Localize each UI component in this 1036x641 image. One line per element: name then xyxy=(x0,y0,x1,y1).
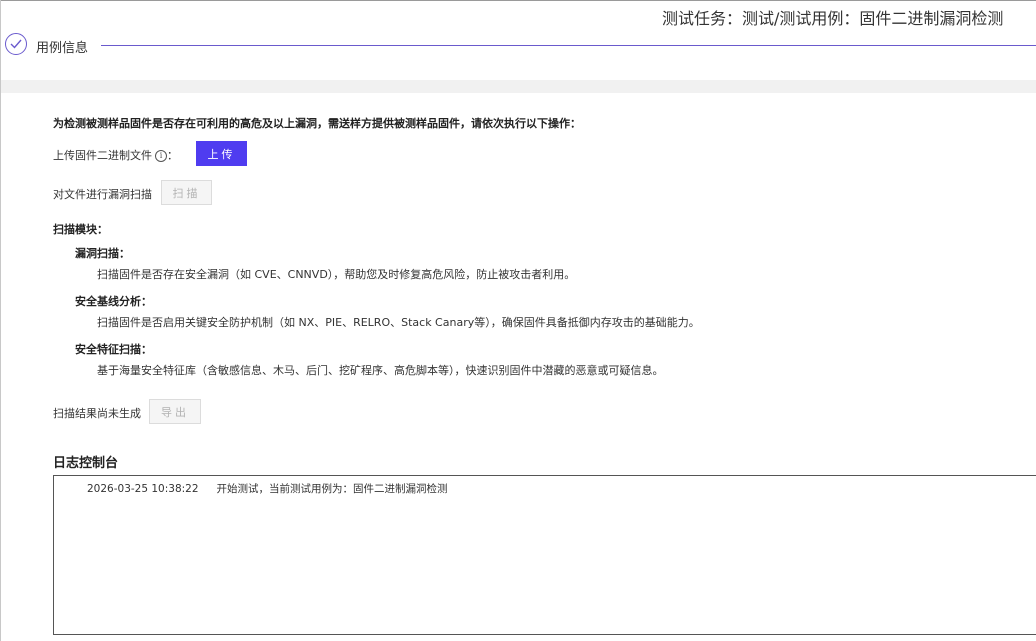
instructions-intro: 为检测被测样品固件是否存在可利用的高危及以上漏洞，需送样方提供被测样品固件，请依… xyxy=(53,117,581,130)
log-console-title: 日志控制台 xyxy=(53,456,119,471)
module-baseline-title: 安全基线分析： xyxy=(75,295,152,308)
upload-row-label: 上传固件二进制文件 i： xyxy=(53,147,178,163)
log-entry-time: 2026-03-25 10:38:22 xyxy=(87,483,199,495)
log-entry-message: 开始测试，当前测试用例为：固件二进制漏洞检测 xyxy=(216,483,448,495)
section-separator xyxy=(1,80,1036,93)
upload-button[interactable]: 上传 xyxy=(196,141,247,166)
task-title: 测试任务：测试/测试用例：固件二进制漏洞检测 xyxy=(662,9,1004,28)
scan-label: 对文件进行漏洞扫描 xyxy=(53,188,152,201)
module-vuln-title: 漏洞扫描： xyxy=(75,247,130,260)
window-top-border xyxy=(0,0,1036,1)
info-icon[interactable]: i xyxy=(155,150,167,162)
window-left-border xyxy=(0,0,1,641)
step-label: 用例信息 xyxy=(36,41,89,56)
log-entry: 2026-03-25 10:38:22 开始测试，当前测试用例为：固件二进制漏洞检… xyxy=(87,481,448,496)
step-check-icon xyxy=(5,33,27,55)
log-console[interactable]: 2026-03-25 10:38:22 开始测试，当前测试用例为：固件二进制漏洞检… xyxy=(53,475,1036,635)
module-signature-desc: 基于海量安全特征库（含敏感信息、木马、后门、挖矿程序、高危脚本等），快速识别固件… xyxy=(97,364,664,377)
modules-title: 扫描模块： xyxy=(53,223,108,236)
module-vuln-desc: 扫描固件是否存在安全漏洞（如 CVE、CNNVD），帮助您及时修复高危风险，防止… xyxy=(97,268,576,281)
module-baseline-desc: 扫描固件是否启用关键安全防护机制（如 NX、PIE、RELRO、Stack Ca… xyxy=(97,316,700,329)
export-button[interactable]: 导出 xyxy=(149,399,201,424)
scan-button[interactable]: 扫描 xyxy=(161,180,212,205)
upload-colon: ： xyxy=(167,149,178,162)
module-signature-title: 安全特征扫描： xyxy=(75,343,152,356)
upload-label: 上传固件二进制文件 xyxy=(53,149,152,162)
step-divider xyxy=(101,45,1036,46)
export-status: 扫描结果尚未生成 xyxy=(53,407,141,420)
